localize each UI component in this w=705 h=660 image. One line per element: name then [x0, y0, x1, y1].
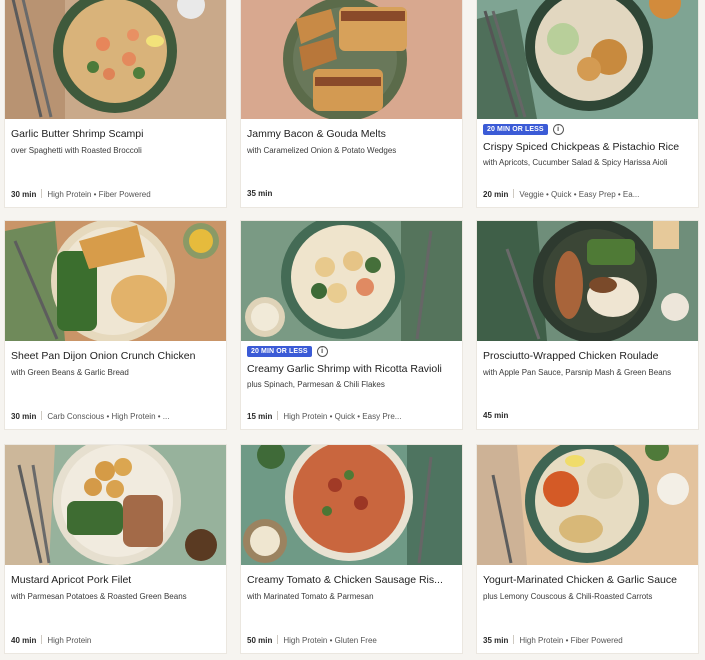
recipe-card[interactable]: Jammy Bacon & Gouda Melts with Carameliz…: [241, 0, 462, 207]
recipe-photo: [477, 445, 698, 565]
time-badge: 20 MIN OR LESS: [247, 345, 312, 357]
recipe-subtitle: with Parmesan Potatoes & Roasted Green B…: [11, 592, 187, 601]
recipe-tags: High Protein • Gluten Free: [283, 636, 377, 645]
recipe-title[interactable]: Jammy Bacon & Gouda Melts: [247, 128, 456, 140]
recipe-meta: 30 min Carb Conscious • High Protein • ..…: [11, 411, 220, 421]
recipe-photo: [477, 221, 698, 341]
recipe-meta: 35 min High Protein • Fiber Powered: [483, 635, 692, 645]
recipe-meta: 45 min: [483, 411, 692, 420]
divider: [513, 635, 515, 644]
recipe-tags: Carb Conscious • High Protein • ...: [47, 412, 170, 421]
cook-time: 40 min: [11, 636, 37, 645]
recipe-meta: 20 min Veggie • Quick • Easy Prep • Ea...: [483, 189, 692, 199]
recipe-tags: High Protein • Quick • Easy Pre...: [283, 412, 402, 421]
recipe-tags: High Protein • Fiber Powered: [519, 636, 623, 645]
recipe-subtitle: with Apricots, Cucumber Salad & Spicy Ha…: [483, 158, 668, 167]
recipe-meta: 50 min High Protein • Gluten Free: [247, 635, 456, 645]
recipe-tags: Veggie • Quick • Easy Prep • Ea...: [519, 190, 640, 199]
recipe-photo: [5, 445, 226, 565]
recipe-title[interactable]: Crispy Spiced Chickpeas & Pistachio Rice: [483, 141, 692, 153]
recipe-subtitle: with Apple Pan Sauce, Parsnip Mash & Gre…: [483, 368, 672, 377]
cook-time: 30 min: [11, 190, 37, 199]
recipe-title[interactable]: Creamy Garlic Shrimp with Ricotta Raviol…: [247, 363, 456, 375]
info-icon[interactable]: i: [316, 345, 328, 357]
recipe-photo: [477, 0, 698, 119]
divider: [277, 411, 279, 420]
cook-time: 20 min: [483, 190, 509, 199]
recipe-card[interactable]: Creamy Tomato & Chicken Sausage Ris... w…: [241, 445, 462, 653]
divider: [277, 635, 279, 644]
recipe-meta: 30 min High Protein • Fiber Powered: [11, 189, 220, 199]
recipe-meta: 35 min: [247, 189, 456, 198]
time-badge: 20 MIN OR LESS: [483, 123, 548, 135]
recipe-photo: [241, 445, 462, 565]
recipe-card[interactable]: Sheet Pan Dijon Onion Crunch Chicken wit…: [5, 221, 226, 429]
recipe-photo: [241, 221, 462, 341]
recipe-card[interactable]: Garlic Butter Shrimp Scampi over Spaghet…: [5, 0, 226, 207]
recipe-card[interactable]: Yogurt-Marinated Chicken & Garlic Sauce …: [477, 445, 698, 653]
divider: [41, 411, 43, 420]
recipe-photo: [241, 0, 462, 119]
cook-time: 45 min: [483, 411, 509, 420]
recipe-card[interactable]: 20 MIN OR LESS i Creamy Garlic Shrimp wi…: [241, 221, 462, 429]
recipe-meta: 40 min High Protein: [11, 635, 220, 645]
divider: [513, 189, 515, 198]
info-icon[interactable]: i: [552, 123, 564, 135]
cook-time: 30 min: [11, 412, 37, 421]
divider: [41, 635, 43, 644]
cook-time: 50 min: [247, 636, 273, 645]
recipe-title[interactable]: Sheet Pan Dijon Onion Crunch Chicken: [11, 350, 220, 362]
recipe-title[interactable]: Yogurt-Marinated Chicken & Garlic Sauce: [483, 574, 692, 586]
recipe-subtitle: over Spaghetti with Roasted Broccoli: [11, 146, 142, 155]
recipe-subtitle: plus Spinach, Parmesan & Chili Flakes: [247, 380, 385, 389]
recipe-photo: [5, 0, 226, 119]
recipe-title[interactable]: Mustard Apricot Pork Filet: [11, 574, 220, 586]
recipe-tags: High Protein • Fiber Powered: [47, 190, 151, 199]
divider: [41, 189, 43, 198]
recipe-title[interactable]: Garlic Butter Shrimp Scampi: [11, 128, 220, 140]
recipe-title[interactable]: Prosciutto-Wrapped Chicken Roulade: [483, 350, 692, 362]
recipe-photo: [5, 221, 226, 341]
recipe-title[interactable]: Creamy Tomato & Chicken Sausage Ris...: [247, 574, 456, 586]
recipe-subtitle: with Green Beans & Garlic Bread: [11, 368, 129, 377]
cook-time: 15 min: [247, 412, 273, 421]
recipe-meta: 15 min High Protein • Quick • Easy Pre...: [247, 411, 456, 421]
cook-time: 35 min: [247, 189, 273, 198]
recipe-card[interactable]: Mustard Apricot Pork Filet with Parmesan…: [5, 445, 226, 653]
recipe-card[interactable]: Prosciutto-Wrapped Chicken Roulade with …: [477, 221, 698, 429]
badge-row: 20 MIN OR LESS i: [483, 123, 564, 135]
recipe-card[interactable]: 20 MIN OR LESS i Crispy Spiced Chickpeas…: [477, 0, 698, 207]
badge-row: 20 MIN OR LESS i: [247, 345, 328, 357]
recipe-subtitle: with Marinated Tomato & Parmesan: [247, 592, 374, 601]
recipe-subtitle: plus Lemony Couscous & Chili-Roasted Car…: [483, 592, 653, 601]
cook-time: 35 min: [483, 636, 509, 645]
recipe-subtitle: with Caramelized Onion & Potato Wedges: [247, 146, 397, 155]
recipe-tags: High Protein: [47, 636, 92, 645]
